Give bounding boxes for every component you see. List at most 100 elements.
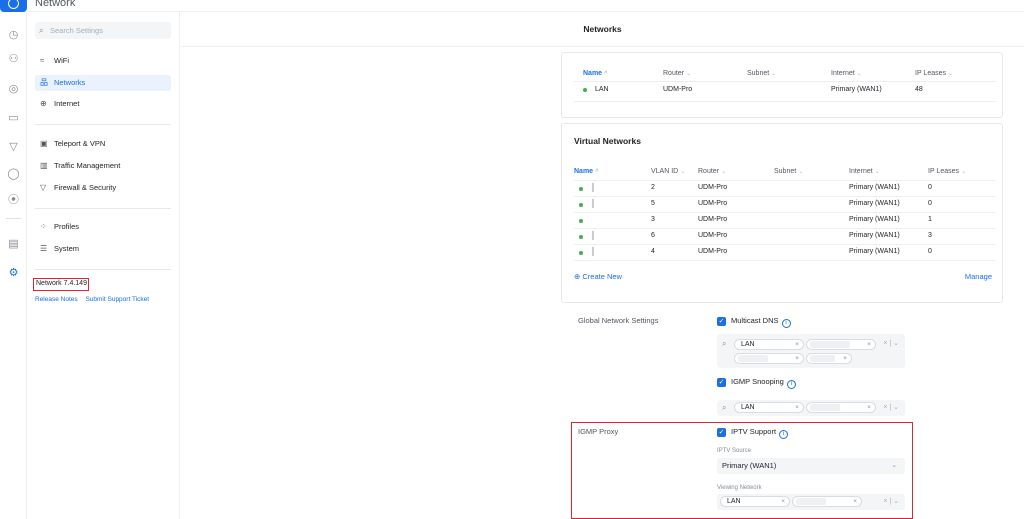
multicast-dns-label: Multicast DNS i <box>731 316 791 328</box>
network-leases: 3 <box>928 232 932 239</box>
sidebar-item-label: Traffic Management <box>54 161 121 170</box>
multicast-dns-checkbox[interactable]: ✓ <box>717 317 726 326</box>
close-icon: × <box>853 498 857 505</box>
sidebar-item-networks[interactable]: 品 Networks <box>35 75 171 91</box>
network-internet: Primary (WAN1) <box>849 200 900 207</box>
chevron-down-icon: ⌄ <box>961 169 967 175</box>
row-divider <box>574 180 996 181</box>
create-new-button[interactable]: ⊕ Create New <box>574 272 622 281</box>
column-header-name[interactable]: Name ^ <box>583 70 608 77</box>
sidebar-item-vpn[interactable]: ▣ Teleport & VPN <box>35 136 171 152</box>
virtual-networks-card: Virtual Networks Name ^ VLAN ID ⌄ Router ⌄ … <box>561 123 1003 303</box>
sidebar-item-wifi[interactable]: ≈ WiFi <box>35 53 171 69</box>
networks-icon: 品 <box>40 78 48 87</box>
dashboard-icon[interactable]: ◷ <box>7 29 20 42</box>
redacted-name <box>592 199 594 208</box>
rail-divider <box>6 218 21 219</box>
clients-icon[interactable]: ▭ <box>7 112 20 125</box>
sidebar-item-firewall[interactable]: ▽ Firewall & Security <box>35 180 171 196</box>
app-title: Network <box>35 0 76 9</box>
network-chip[interactable]: × <box>806 402 876 413</box>
clear-chevron-icon[interactable]: × | ⌄ <box>883 497 899 505</box>
settings-icon[interactable]: ⚙ <box>7 267 20 280</box>
column-header-router[interactable]: Router ⌄ <box>663 70 691 77</box>
viewing-network-select[interactable]: LAN × × × | ⌄ <box>717 494 905 510</box>
network-chip[interactable]: × <box>806 339 876 350</box>
status-online-icon <box>579 203 583 207</box>
sidebar-item-internet[interactable]: ⊕ Internet <box>35 96 171 112</box>
close-icon: × <box>867 341 871 348</box>
iptv-source-value: Primary (WAN1) <box>722 461 777 470</box>
status-online-icon <box>579 187 583 191</box>
redacted-name <box>592 231 594 240</box>
redacted-name <box>592 247 594 256</box>
close-icon: × <box>795 355 799 362</box>
iptv-support-checkbox[interactable]: ✓ <box>717 428 726 437</box>
search-icon: ⌕ <box>722 339 727 348</box>
column-header-router[interactable]: Router ⌄ <box>698 168 726 175</box>
network-chip[interactable]: LAN × <box>734 339 804 350</box>
security-icon[interactable]: ▽ <box>7 141 20 154</box>
sidebar-item-system[interactable]: ☰ System <box>35 241 171 257</box>
column-header-leases[interactable]: IP Leases ⌄ <box>915 70 953 77</box>
column-header-vlan[interactable]: VLAN ID ⌄ <box>651 168 685 175</box>
sidebar-item-label: Internet <box>54 99 80 108</box>
igmp-snooping-checkbox[interactable]: ✓ <box>717 378 726 387</box>
manage-link[interactable]: Manage <box>965 272 992 281</box>
sidebar-divider <box>35 208 171 209</box>
network-chip[interactable]: × <box>792 496 862 507</box>
status-online-icon <box>579 251 583 255</box>
sidebar-item-profiles[interactable]: ⁘ Profiles <box>35 219 171 235</box>
network-leases: 48 <box>915 86 923 93</box>
radio-icon[interactable]: ⦿ <box>7 194 20 207</box>
multicast-dns-select[interactable]: ⌕ LAN × × × × × | ⌄ <box>717 334 905 368</box>
info-icon[interactable]: i <box>781 319 791 328</box>
logs-icon[interactable]: ▤ <box>7 238 20 251</box>
clear-chevron-icon[interactable]: × | ⌄ <box>883 339 899 347</box>
network-router: UDM-Pro <box>698 200 728 207</box>
close-icon: × <box>843 355 847 362</box>
igmp-snooping-label: IGMP Snooping i <box>731 377 796 389</box>
network-leases: 0 <box>928 184 932 191</box>
insights-icon[interactable]: ◯ <box>7 168 20 181</box>
chevron-down-icon: ⌄ <box>874 169 880 175</box>
info-icon[interactable]: i <box>786 380 796 389</box>
search-input[interactable]: ⌕ Search Settings <box>35 22 171 39</box>
close-icon: × <box>795 341 799 348</box>
global-settings-label: Global Network Settings <box>578 316 659 325</box>
network-chip[interactable]: LAN × <box>720 496 790 507</box>
devices-icon[interactable]: ◎ <box>7 83 20 96</box>
info-icon[interactable]: i <box>779 430 789 439</box>
clear-chevron-icon[interactable]: × | ⌄ <box>883 403 899 411</box>
sidebar-item-traffic[interactable]: ▥ Traffic Management <box>35 158 171 174</box>
network-router: UDM-Pro <box>698 184 728 191</box>
iptv-source-select[interactable]: Primary (WAN1) ⌄ <box>717 458 905 474</box>
sort-up-icon: ^ <box>595 169 599 175</box>
column-header-subnet[interactable]: Subnet ⌄ <box>747 70 776 77</box>
row-divider <box>574 244 996 245</box>
vlan-id: 2 <box>651 184 655 191</box>
network-chip[interactable]: × <box>806 353 852 364</box>
row-divider <box>574 196 996 197</box>
column-header-subnet[interactable]: Subnet ⌄ <box>774 168 803 175</box>
igmp-snooping-select[interactable]: ⌕ LAN × × × | ⌄ <box>717 400 905 416</box>
sidebar-divider <box>35 124 171 125</box>
unifi-logo-icon[interactable] <box>0 0 27 12</box>
main-content: Networks Name ^ Router ⌄ Subnet ⌄ Internet ⌄… <box>181 12 1024 519</box>
column-header-internet[interactable]: Internet ⌄ <box>849 168 880 175</box>
network-router: UDM-Pro <box>698 232 728 239</box>
network-router: UDM-Pro <box>698 248 728 255</box>
chevron-down-icon: ⌄ <box>680 169 686 175</box>
network-chip[interactable]: LAN × <box>734 402 804 413</box>
column-header-internet[interactable]: Internet ⌄ <box>831 70 862 77</box>
close-icon: × <box>781 498 785 505</box>
row-divider <box>574 260 996 261</box>
sidebar-item-label: System <box>54 244 80 253</box>
network-chip[interactable]: × <box>734 353 804 364</box>
column-header-name[interactable]: Name ^ <box>574 168 599 175</box>
topology-icon[interactable]: ⚇ <box>7 53 20 66</box>
traffic-icon: ▥ <box>40 161 48 170</box>
release-notes-link[interactable]: Release Notes <box>35 296 78 303</box>
support-ticket-link[interactable]: Submit Support Ticket <box>85 296 149 303</box>
column-header-leases[interactable]: IP Leases ⌄ <box>928 168 966 175</box>
